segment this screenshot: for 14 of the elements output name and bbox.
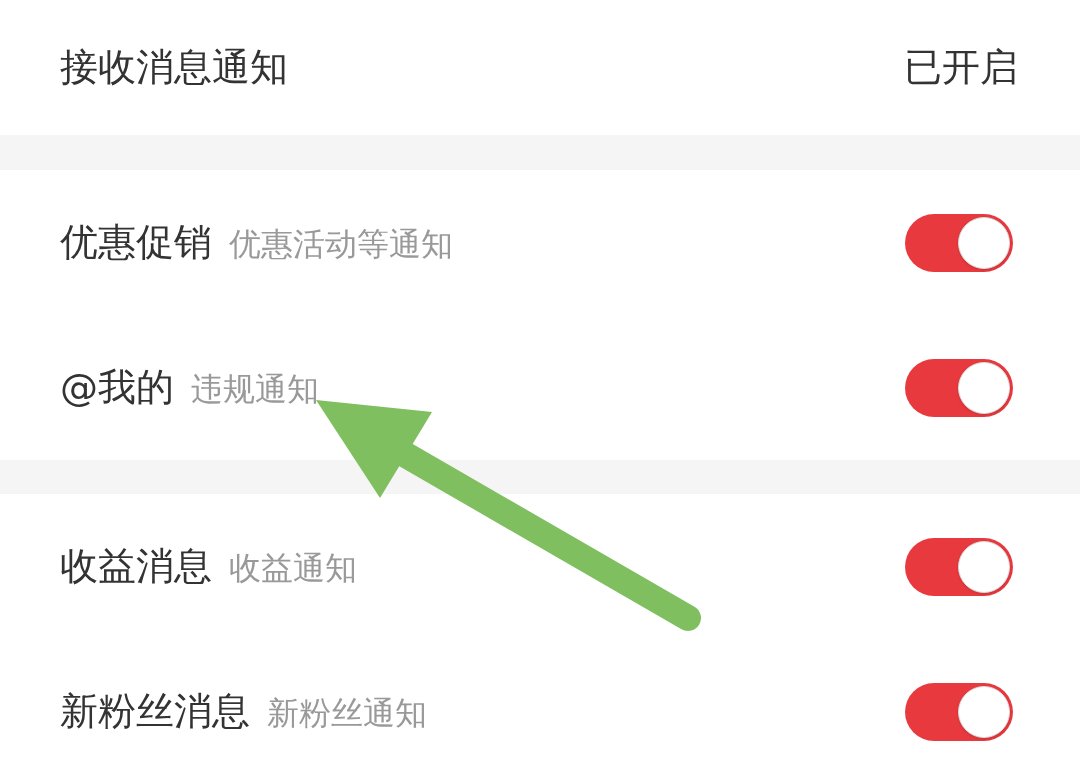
toggle-switch[interactable] <box>905 358 1013 417</box>
setting-title: 收益消息 <box>60 543 212 590</box>
setting-title: @我的 <box>60 364 174 411</box>
setting-description: 收益通知 <box>229 548 357 589</box>
toggle-switch[interactable] <box>905 537 1013 596</box>
setting-description: 新粉丝通知 <box>267 693 427 734</box>
toggle-switch[interactable] <box>905 682 1013 741</box>
toggle-switch[interactable] <box>905 213 1013 272</box>
setting-description: 违规通知 <box>191 369 319 410</box>
setting-description: 优惠活动等通知 <box>229 224 453 265</box>
setting-title: 优惠促销 <box>60 219 212 266</box>
setting-title: 新粉丝消息 <box>60 688 250 735</box>
setting-label: 接收消息通知 <box>60 44 288 91</box>
setting-status: 已开启 <box>904 44 1018 91</box>
